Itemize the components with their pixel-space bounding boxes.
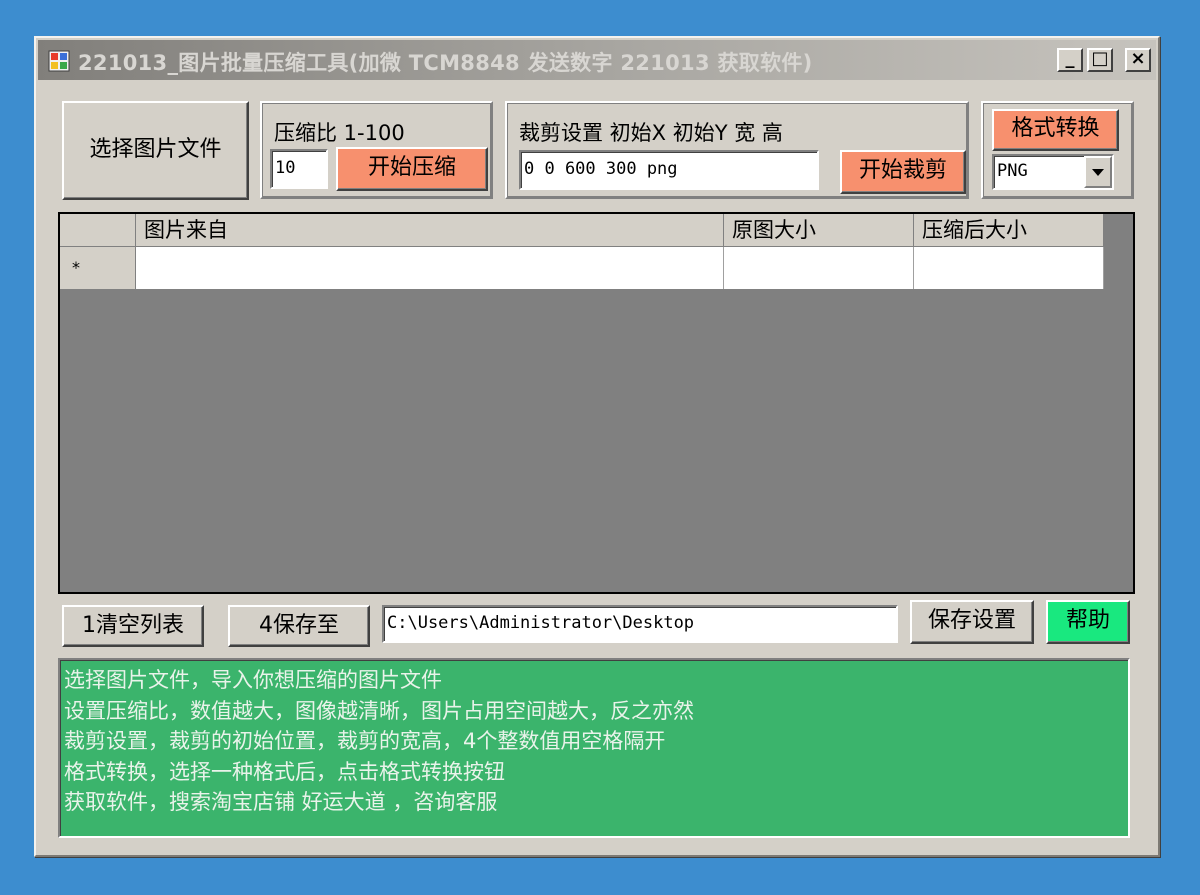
- table-cell[interactable]: [724, 247, 914, 289]
- help-button[interactable]: 帮助: [1046, 600, 1130, 644]
- image-list-grid[interactable]: 图片来自 原图大小 压缩后大小 *: [58, 212, 1135, 594]
- app-window: 221013_图片批量压缩工具(加微 TCM8848 发送数字 221013 获…: [34, 36, 1160, 857]
- compress-ratio-input[interactable]: 10: [270, 149, 328, 189]
- title-bar[interactable]: 221013_图片批量压缩工具(加微 TCM8848 发送数字 221013 获…: [38, 40, 1156, 80]
- compress-ratio-label: 压缩比 1-100: [274, 121, 405, 145]
- close-icon: ×: [1130, 48, 1146, 69]
- format-convert-button[interactable]: 格式转换: [992, 109, 1119, 151]
- maximize-icon: □: [1091, 48, 1109, 69]
- crop-settings-label: 裁剪设置 初始X 初始Y 宽 高: [519, 121, 783, 145]
- select-files-button[interactable]: 选择图片文件: [62, 101, 249, 200]
- crop-group: 裁剪设置 初始X 初始Y 宽 高 0 0 600 300 png 开始裁剪: [505, 101, 969, 199]
- minimize-icon: _: [1065, 48, 1075, 69]
- help-line: 格式转换，选择一种格式后，点击格式转换按钮: [64, 759, 505, 784]
- start-compress-button[interactable]: 开始压缩: [336, 147, 488, 191]
- clear-list-button[interactable]: 1清空列表: [62, 605, 204, 647]
- table-cell[interactable]: [136, 247, 724, 289]
- column-header-original-size[interactable]: 原图大小: [724, 214, 914, 247]
- column-header-compressed-size[interactable]: 压缩后大小: [914, 214, 1104, 247]
- help-text-area[interactable]: 选择图片文件，导入你想压缩的图片文件 设置压缩比，数值越大，图像越清晰，图片占用…: [58, 658, 1130, 838]
- save-path-input[interactable]: C:\Users\Administrator\Desktop: [382, 605, 898, 643]
- row-header-corner: [60, 214, 136, 247]
- column-header-source[interactable]: 图片来自: [136, 214, 724, 247]
- table-cell[interactable]: [914, 247, 1104, 289]
- help-line: 获取软件，搜索淘宝店铺 好运大道 ，咨询客服: [64, 790, 498, 814]
- save-settings-button[interactable]: 保存设置: [910, 600, 1034, 644]
- format-group: 格式转换 PNG: [981, 101, 1134, 199]
- help-line: 选择图片文件，导入你想压缩的图片文件: [64, 668, 442, 692]
- compress-group: 压缩比 1-100 10 开始压缩: [260, 101, 493, 199]
- close-button[interactable]: ×: [1125, 48, 1151, 72]
- chevron-down-icon: [1092, 169, 1104, 176]
- start-crop-button[interactable]: 开始裁剪: [840, 150, 966, 194]
- new-row-marker: *: [60, 247, 136, 289]
- help-line: 设置压缩比，数值越大，图像越清晰，图片占用空间越大，反之亦然: [64, 698, 694, 723]
- minimize-button[interactable]: _: [1057, 48, 1083, 72]
- help-line: 裁剪设置，裁剪的初始位置，裁剪的宽高，4个整数值用空格隔开: [64, 729, 666, 753]
- format-selected-value: PNG: [997, 161, 1028, 181]
- window-title: 221013_图片批量压缩工具(加微 TCM8848 发送数字 221013 获…: [78, 51, 813, 75]
- format-dropdown-button[interactable]: [1084, 156, 1112, 188]
- crop-settings-input[interactable]: 0 0 600 300 png: [519, 150, 819, 190]
- format-select[interactable]: PNG: [992, 154, 1114, 190]
- app-icon: [48, 50, 70, 72]
- save-to-button[interactable]: 4保存至: [228, 605, 370, 647]
- maximize-button[interactable]: □: [1087, 48, 1113, 72]
